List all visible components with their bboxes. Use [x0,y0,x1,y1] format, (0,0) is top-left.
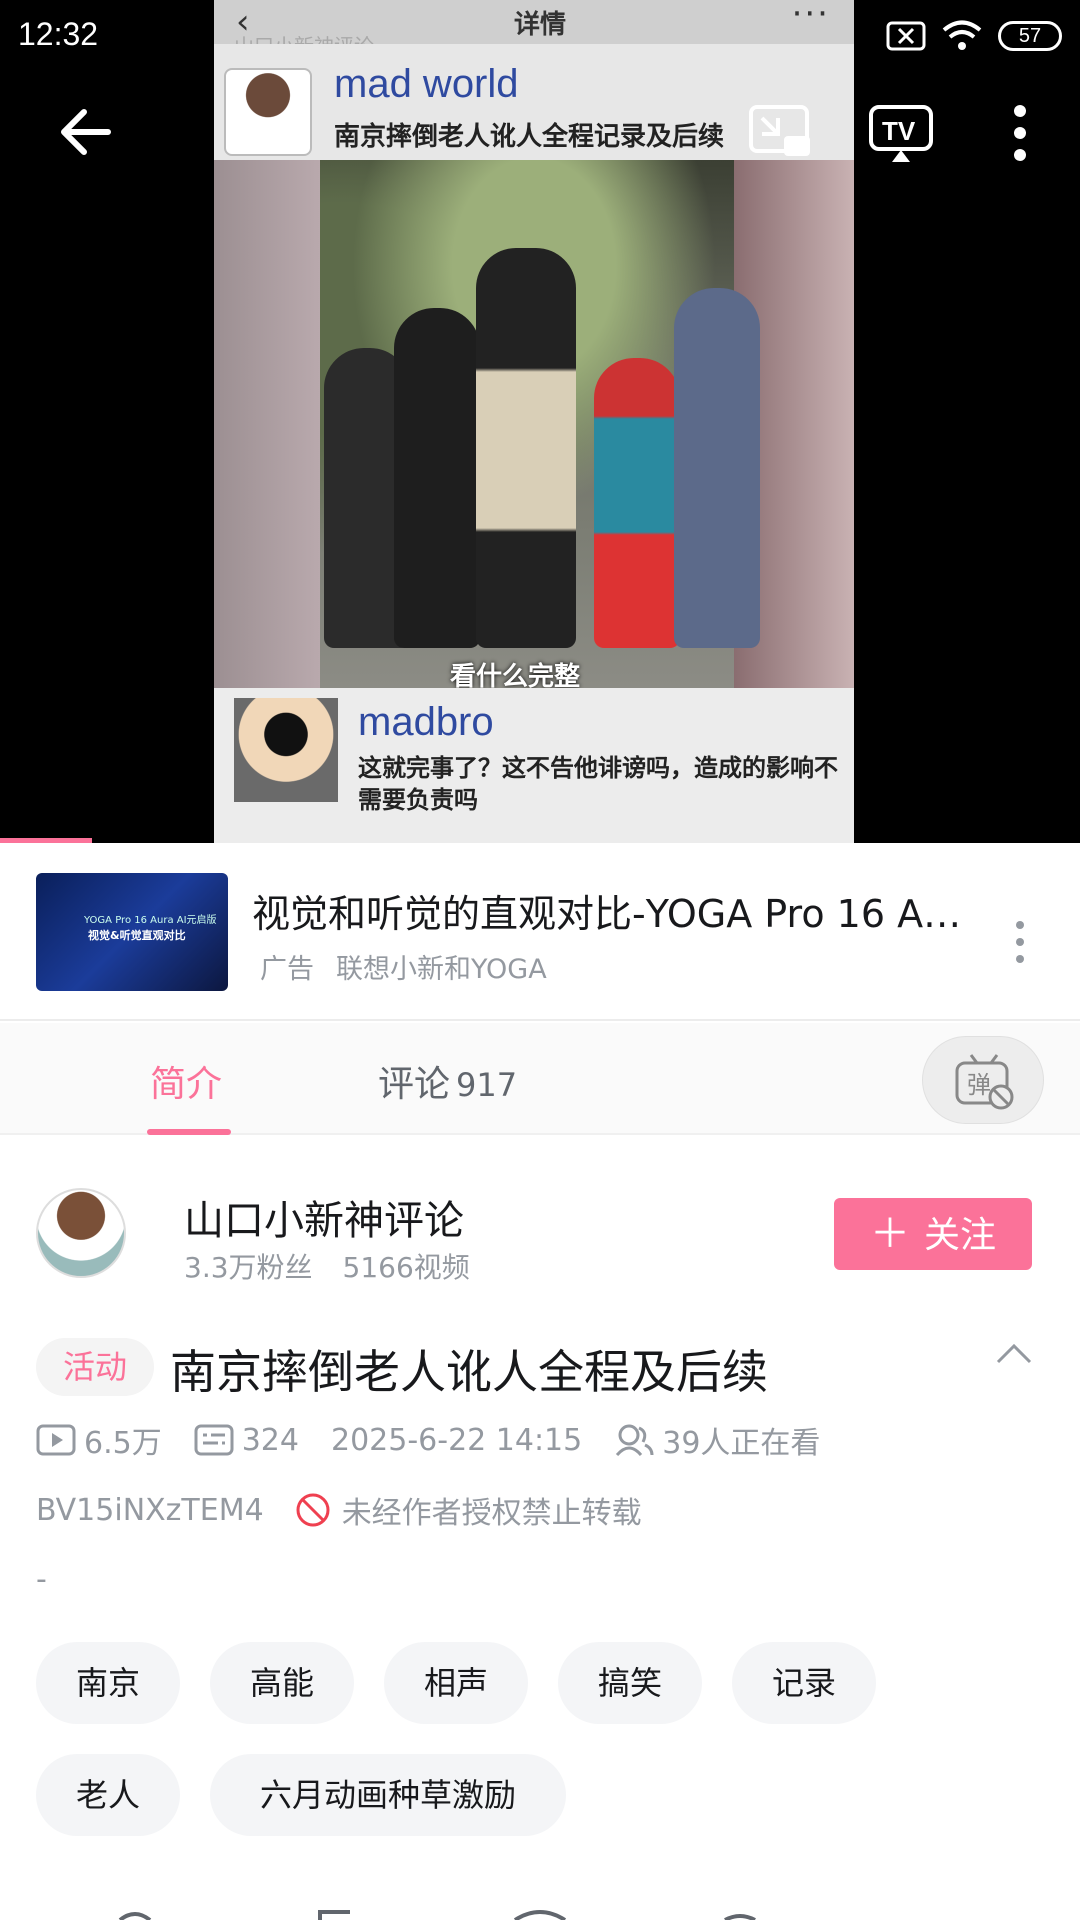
tab-comments[interactable]: 评论 917 [378,1055,517,1107]
view-count: 6.5万 [84,1426,162,1461]
copyright-group: 未经作者授权禁止转载 [294,1488,642,1532]
video-title: 南京摔倒老人讹人全程及后续 [170,1345,768,1399]
follow-button[interactable]: ＋ 关注 [834,1198,1032,1270]
wifi-icon [942,20,982,50]
post-caption: 南京摔倒老人讹人全程记录及后续 [334,122,725,152]
tag-item[interactable]: 记录 [732,1642,876,1724]
uploader-fans: 3.3万粉丝 [184,1251,313,1284]
more-vertical-icon[interactable] [1010,104,1030,162]
reply-avatar [234,698,338,802]
activity-badge[interactable]: 活动 [36,1338,154,1396]
watching-group: 39人正在看 [614,1418,820,1462]
ad-more-icon[interactable] [1008,917,1032,967]
uploader-name[interactable]: 山口小新神评论 [184,1188,464,1246]
no-repost-icon [296,1493,330,1527]
reply-username: madbro [358,700,494,744]
tag-item[interactable]: 老人 [36,1754,180,1836]
watching-count: 39人正在看 [662,1426,821,1461]
tab-bar: 简介 评论 917 弹 [0,1023,1080,1135]
tag-item[interactable]: 南京 [36,1642,180,1724]
ad-label: 广告 [260,954,314,985]
figure [674,288,760,648]
ad-thumb-line2: 视觉&听觉直观对比 [88,929,186,942]
video-player[interactable]: ‹ 山口小新神评论 详情 ··· mad world 南京摔倒老人讹人全程记录及… [0,0,1080,843]
picture-in-picture-icon[interactable] [748,104,812,160]
views-group: 6.5万 [36,1418,162,1462]
danmaku-toggle-button[interactable]: 弹 [922,1036,1044,1124]
danmaku-count-icon [194,1424,234,1456]
ad-title[interactable]: 视觉和听觉的直观对比-YOGA Pro 16 Aura AI元启版 [252,883,962,938]
uploader-stats: 3.3万粉丝 5166视频 [184,1246,470,1286]
danmaku-group: 324 [194,1423,299,1458]
tag-item[interactable]: 相声 [384,1642,528,1724]
play-count-icon [36,1424,76,1456]
ad-thumb-line1: YOGA Pro 16 Aura AI元启版 [84,915,217,926]
tab-comments-label: 评论 [378,1064,451,1105]
figure [394,308,480,648]
ad-thumbnail[interactable]: YOGA Pro 16 Aura AI元启版 视觉&听觉直观对比 [36,873,228,991]
danmaku-count: 324 [241,1422,299,1458]
tab-intro-label: 简介 [150,1064,223,1105]
svg-text:弹: 弹 [967,1071,991,1099]
status-bar: 12:32 57 [0,0,1080,72]
tag-item[interactable]: 六月动画种草激励 [210,1754,566,1836]
video-still: 看什么完整 [214,160,854,692]
action-row-peek [0,1890,1080,1920]
uploader-videos: 5166视频 [342,1251,470,1284]
figure [476,248,576,648]
tag-item[interactable]: 高能 [210,1642,354,1724]
ad-meta: 广告 联想小新和YOGA [260,947,547,986]
date-group: 2025-6-22 14:15 [331,1423,582,1458]
chevron-up-icon[interactable] [994,1342,1034,1366]
viewers-icon [616,1424,654,1457]
publish-date: 2025-6-22 14:15 [330,1422,583,1458]
tag-item[interactable]: 搞笑 [558,1642,702,1724]
video-id-row: BV15iNXzTEM4 未经作者授权禁止转载 [36,1488,642,1532]
follow-label: 关注 [923,1215,996,1256]
action-icons-partial [118,1910,756,1920]
copyright-notice: 未经作者授权禁止转载 [341,1496,642,1531]
uploader-avatar[interactable] [36,1188,126,1278]
sim-off-icon [886,21,926,51]
figure [594,358,680,648]
tv-cast-icon[interactable]: TV [868,104,934,164]
post-avatar [224,68,312,156]
status-icons: 57 [886,16,1062,56]
bv-id[interactable]: BV15iNXzTEM4 [36,1493,264,1528]
tab-intro[interactable]: 简介 [150,1055,222,1107]
reply-text: 这就完事了？这不告他诽谤吗，造成的影响不需要负责吗 [358,754,838,814]
ad-advertiser: 联想小新和YOGA [336,954,547,985]
video-stats-row: 6.5万 324 2025-6-22 14:15 39人正在看 [36,1418,852,1462]
embedded-reply: madbro 这就完事了？这不告他诽谤吗，造成的影响不需要负责吗 [214,688,854,843]
battery-indicator: 57 [998,21,1062,51]
danmaku-off-icon: 弹 [955,1054,1014,1110]
tab-comments-count: 917 [456,1066,518,1104]
ad-card[interactable]: YOGA Pro 16 Aura AI元启版 视觉&听觉直观对比 视觉和听觉的直… [0,843,1080,1021]
video-description: - [36,1562,47,1597]
svg-text:TV: TV [882,116,916,146]
status-time: 12:32 [18,16,99,52]
blur-left [214,160,320,688]
tab-active-indicator [147,1129,231,1135]
plus-icon: ＋ [869,1211,910,1257]
back-arrow-icon[interactable] [56,102,116,162]
